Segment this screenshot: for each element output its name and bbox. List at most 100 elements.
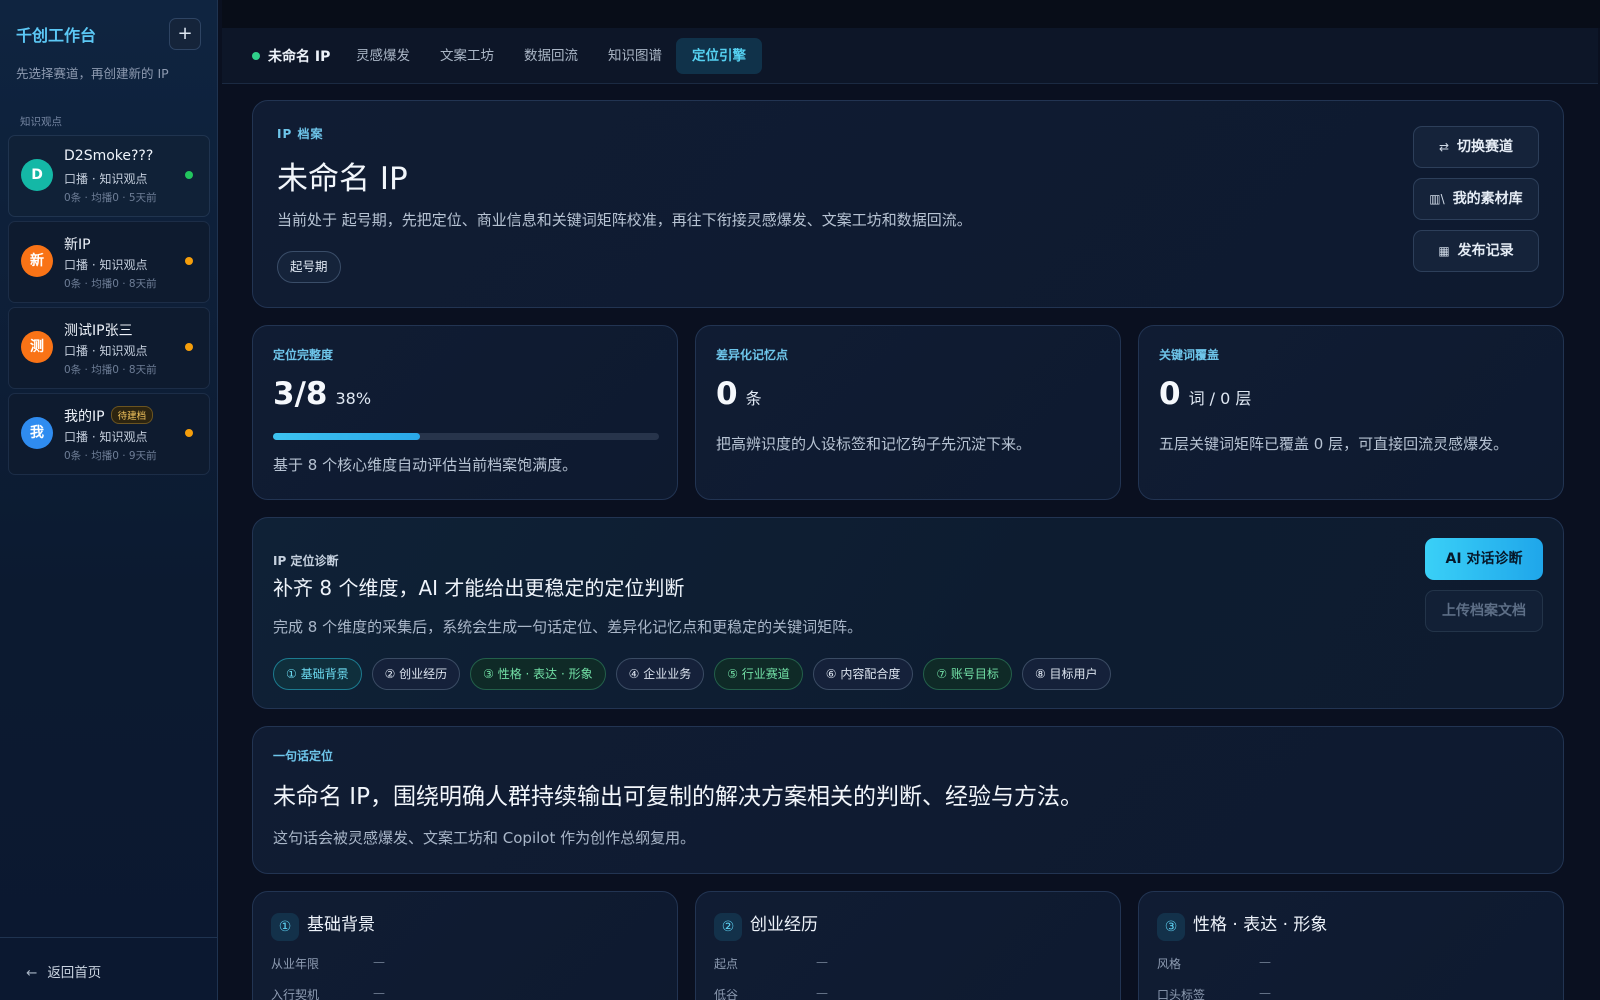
profile-title: 未命名 IP xyxy=(277,161,408,197)
field-value: — xyxy=(373,955,385,969)
field-label: 起点 xyxy=(714,957,739,971)
dimension-chip[interactable]: ③ 性格 · 表达 · 形象 xyxy=(470,658,606,690)
ip-meta: 口播 · 知识观点 xyxy=(64,258,148,272)
dimension-card-header: ① 基础背景 xyxy=(271,910,375,941)
ip-list-item[interactable]: D D2Smoke??? 口播 · 知识观点 0条 · 均播0 · 5天前 xyxy=(8,135,210,217)
tab-positioning-engine[interactable]: 定位引擎 xyxy=(676,38,762,74)
field-row: 风格 — xyxy=(1157,955,1271,972)
completeness-kicker: 定位完整度 xyxy=(273,348,334,362)
stage-badge: 起号期 xyxy=(277,251,341,283)
field-value: — xyxy=(1259,986,1271,1000)
stat-card-completeness: 定位完整度 3/8 38% 基于 8 个核心维度自动评估当前档案饱满度。 xyxy=(252,325,678,500)
avatar: 测 xyxy=(21,331,53,363)
ip-stats: 0条 · 均播0 · 5天前 xyxy=(64,192,157,204)
one-liner-kicker: 一句话定位 xyxy=(273,749,334,763)
ip-name-text: 我的IP xyxy=(64,409,105,425)
keywords-unit: 词 / 0 层 xyxy=(1188,389,1252,408)
ip-list-item[interactable]: 测测试IP张三口播 · 知识观点 0条 · 均播0 · 8天前 xyxy=(8,307,210,389)
completeness-percent: 38% xyxy=(335,389,372,408)
dimension-chip[interactable]: ① 基础背景 xyxy=(273,658,362,690)
ip-name: 我的IP 待建档 xyxy=(64,406,154,426)
dimension-card: ① 基础背景 从业年限 — 入行契机 — xyxy=(252,891,678,1000)
ip-stats: 0条 · 均播0 · 8天前 xyxy=(64,278,157,290)
ip-name-text: 测试IP张三 xyxy=(64,323,133,339)
field-label: 风格 xyxy=(1157,957,1182,971)
dimension-chip[interactable]: ⑧ 目标用户 xyxy=(1021,658,1111,690)
ip-name-text: D2Smoke??? xyxy=(64,148,154,164)
ip-meta: 口播 · 知识观点 xyxy=(64,344,148,358)
completeness-description: 基于 8 个核心维度自动评估当前档案饱满度。 xyxy=(273,456,578,474)
material-library-button[interactable]: ▥\ 我的素材库 xyxy=(1413,178,1539,220)
field-row: 低谷 — xyxy=(714,986,828,1000)
field-value: — xyxy=(816,955,828,969)
dimension-number: ③ xyxy=(1157,913,1185,941)
back-home-label: 返回首页 xyxy=(47,965,102,981)
add-ip-button[interactable]: + xyxy=(169,18,201,50)
tab-copywriting[interactable]: 文案工坊 xyxy=(424,38,510,74)
dimension-card: ② 创业经历起点 — 低谷 — xyxy=(695,891,1121,1000)
ip-name-text: 新IP xyxy=(64,237,91,253)
library-icon: ▥\ xyxy=(1429,192,1445,206)
ip-list-item[interactable]: 我我的IP 待建档 口播 · 知识观点 0条 · 均播0 · 9天前 xyxy=(8,393,210,475)
memory-count: 0 xyxy=(716,376,738,412)
memory-kicker: 差异化记忆点 xyxy=(716,348,789,362)
stat-card-memory-points: 差异化记忆点 0条 把高辨识度的人设标签和记忆钩子先沉淀下来。 xyxy=(695,325,1121,500)
field-row: 起点 — xyxy=(714,955,828,972)
dimension-chip[interactable]: ⑤ 行业赛道 xyxy=(714,658,803,690)
sidebar-footer: ← 返回首页 xyxy=(0,937,217,981)
sidebar-section-label: 知识观点 xyxy=(20,116,62,128)
tab-knowledge-graph[interactable]: 知识图谱 xyxy=(592,38,678,74)
status-dot-icon xyxy=(252,52,260,60)
current-ip-name: 未命名 IP xyxy=(268,49,331,65)
dimension-chip[interactable]: ⑥ 内容配合度 xyxy=(812,658,914,690)
ip-list: D D2Smoke??? 口播 · 知识观点 0条 · 均播0 · 5天前新新IP 口播… xyxy=(8,135,210,479)
dimension-number: ② xyxy=(714,913,742,941)
dimension-card: ③ 性格 · 表达 · 形象风格 — 口头标签 — xyxy=(1138,891,1564,1000)
tab-data-backflow[interactable]: 数据回流 xyxy=(508,38,594,74)
publish-records-button[interactable]: ▦ 发布记录 xyxy=(1413,230,1539,272)
dimension-chip[interactable]: ④ 企业业务 xyxy=(615,658,705,690)
completeness-progress-bar xyxy=(273,433,659,440)
field-row: 入行契机 — xyxy=(271,986,385,1000)
dimension-chip[interactable]: ⑦ 账号目标 xyxy=(923,658,1012,690)
status-dot-icon xyxy=(185,429,193,437)
arrow-left-icon: ← xyxy=(26,965,38,981)
dimension-card-header: ② 创业经历 xyxy=(714,910,818,941)
field-label: 口头标签 xyxy=(1157,988,1206,1000)
ip-stats: 0条 · 均播0 · 9天前 xyxy=(64,450,157,462)
switch-track-button[interactable]: ⇄ 切换赛道 xyxy=(1413,126,1539,168)
material-library-label: 我的素材库 xyxy=(1452,191,1523,207)
ip-list-item[interactable]: 新新IP 口播 · 知识观点 0条 · 均播0 · 8天前 xyxy=(8,221,210,303)
window-top-strip xyxy=(222,0,1600,28)
publish-records-label: 发布记录 xyxy=(1457,243,1514,259)
keywords-description: 五层关键词矩阵已覆盖 0 层，可直接回流灵感爆发。 xyxy=(1159,435,1509,453)
back-home-button[interactable]: ← 返回首页 xyxy=(26,961,101,981)
dimension-number: ① xyxy=(271,913,299,941)
one-liner-description: 这句话会被灵感爆发、文案工坊和 Copilot 作为创作总纲复用。 xyxy=(273,829,696,847)
dimension-card-title: 性格 · 表达 · 形象 xyxy=(1193,915,1328,935)
field-value: — xyxy=(1259,955,1271,969)
current-ip-indicator: 未命名 IP xyxy=(252,46,330,66)
ai-diagnosis-button[interactable]: AI 对话诊断 xyxy=(1425,538,1543,580)
dimension-chip[interactable]: ② 创业经历 xyxy=(371,658,461,690)
tab-inspiration[interactable]: 灵感爆发 xyxy=(340,38,426,74)
ip-name: 测试IP张三 xyxy=(64,320,133,340)
ip-profile-card: IP 档案 未命名 IP 当前处于 起号期，先把定位、商业信息和关键词矩阵校准，… xyxy=(252,100,1564,308)
switch-track-label: 切换赛道 xyxy=(1457,139,1514,155)
memory-value: 0条 xyxy=(716,376,762,412)
diagnosis-description: 完成 8 个维度的采集后，系统会生成一句话定位、差异化记忆点和更稳定的关键词矩阵… xyxy=(273,618,863,636)
ip-meta: 口播 · 知识观点 xyxy=(64,172,148,186)
upload-document-button[interactable]: 上传档案文档 xyxy=(1425,590,1543,632)
field-label: 从业年限 xyxy=(271,957,320,971)
field-row: 从业年限 — xyxy=(271,955,385,972)
profile-description: 当前处于 起号期，先把定位、商业信息和关键词矩阵校准，再往下衔接灵感爆发、文案工… xyxy=(277,211,972,229)
ip-name: D2Smoke??? xyxy=(64,148,153,164)
memory-unit: 条 xyxy=(745,389,762,408)
bar-chart-icon: ▦ xyxy=(1438,244,1450,258)
completeness-value: 3/8 38% xyxy=(273,376,371,412)
field-label: 入行契机 xyxy=(271,988,320,1000)
keywords-count: 0 xyxy=(1159,376,1181,412)
ip-stats: 0条 · 均播0 · 8天前 xyxy=(64,364,157,376)
status-dot-icon xyxy=(185,343,193,351)
diagnosis-title: 补齐 8 个维度，AI 才能给出更稳定的定位判断 xyxy=(273,576,685,600)
